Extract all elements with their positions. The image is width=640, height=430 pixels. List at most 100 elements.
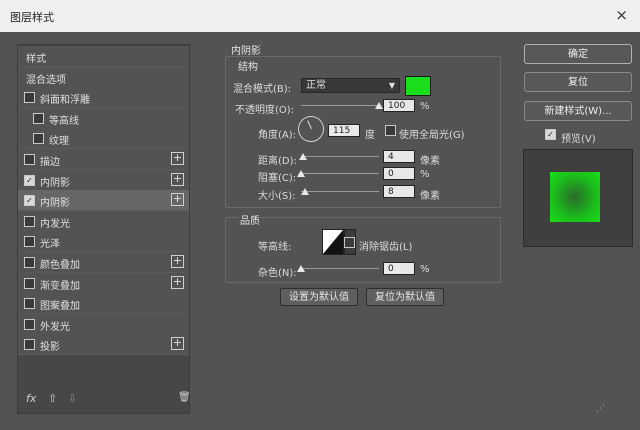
angle-unit: 度 [365, 130, 375, 141]
style-list-item[interactable]: 颜色叠加 + [18, 252, 189, 273]
style-list-label: 样式 [26, 54, 46, 65]
style-list-item[interactable]: 混合选项 [18, 66, 189, 88]
move-up-icon[interactable]: ⇧ [48, 392, 57, 405]
style-checkbox[interactable] [33, 133, 44, 145]
blend-mode-select[interactable]: 正常 ▼ [301, 78, 400, 93]
angle-input[interactable]: 115 [328, 124, 360, 137]
style-checkbox[interactable] [24, 277, 35, 289]
style-list-footer: fx ⇧ ⇩ 🗑 [18, 392, 191, 410]
style-list: 样式 混合选项 斜面和浮雕 等高线 纹理 描边 + ✓ 内阴影 + ✓ 内阴影 + 内发光 光泽 颜色叠加 + 渐… [17, 44, 190, 414]
add-style-icon[interactable]: + [171, 337, 184, 351]
opacity-unit: % [420, 101, 430, 112]
style-list-item[interactable]: 投影 + [18, 334, 189, 356]
size-input[interactable]: 8 [383, 185, 415, 198]
reset-button[interactable]: 复位 [524, 72, 632, 92]
fx-icon[interactable]: fx [26, 392, 36, 405]
choke-slider-track[interactable] [301, 173, 379, 174]
style-list-item[interactable]: 渐变叠加 + [18, 272, 189, 294]
style-list-label: 混合选项 [26, 74, 66, 86]
contour-label: 等高线: [258, 242, 292, 253]
style-list-item[interactable]: 等高线 [18, 107, 189, 129]
style-list-item[interactable]: 内发光 [18, 210, 189, 232]
resize-grip-icon[interactable]: ⋰ [596, 404, 605, 414]
trash-icon[interactable]: 🗑 [178, 392, 191, 403]
set-default-button[interactable]: 设置为默认值 [280, 288, 358, 306]
style-list-item[interactable]: ✓ 内阴影 + [18, 169, 189, 191]
style-list-label: 颜色叠加 [40, 260, 80, 271]
style-list-label: 外发光 [40, 321, 70, 333]
style-checkbox[interactable] [24, 92, 35, 104]
reset-default-button[interactable]: 复位为默认值 [366, 288, 444, 306]
contour-picker[interactable] [322, 229, 344, 255]
style-list-item[interactable]: ✓ 内阴影 + [18, 190, 189, 212]
global-light-checkbox[interactable] [385, 125, 396, 136]
distance-input[interactable]: 4 [383, 150, 415, 163]
chevron-down-icon: ▼ [388, 81, 395, 90]
style-list-label: 纹理 [49, 136, 69, 148]
opacity-slider-handle[interactable] [375, 102, 383, 109]
add-style-icon[interactable]: + [171, 275, 184, 289]
close-icon[interactable]: × [615, 6, 628, 24]
ok-button[interactable]: 确定 [524, 44, 632, 64]
style-list-label: 内阴影 [40, 198, 70, 210]
style-checkbox[interactable] [24, 236, 35, 248]
preview-label: 预览(V) [561, 134, 596, 145]
contour-curve-icon [323, 230, 343, 254]
antialias-checkbox[interactable] [344, 237, 355, 248]
style-checkbox[interactable]: ✓ [24, 195, 35, 207]
opacity-input[interactable]: 100 [383, 99, 415, 112]
preview-thumbnail [523, 149, 633, 247]
distance-label: 距离(D): [258, 156, 297, 167]
style-list-item[interactable]: 样式 [18, 46, 189, 67]
structure-title: 结构 [238, 62, 258, 73]
title-bar: 图层样式 × [0, 0, 640, 32]
section-title: 内阴影 [231, 46, 261, 57]
opacity-slider-track[interactable] [301, 105, 379, 106]
noise-unit: % [420, 264, 430, 275]
style-checkbox[interactable] [24, 215, 35, 227]
style-list-item[interactable]: 光泽 [18, 231, 189, 253]
style-list-item[interactable]: 外发光 [18, 313, 189, 335]
style-checkbox[interactable] [24, 339, 35, 351]
global-light-label: 使用全局光(G) [399, 130, 465, 141]
noise-label: 杂色(N): [258, 268, 297, 279]
style-checkbox[interactable] [24, 318, 35, 330]
style-list-item[interactable]: 斜面和浮雕 [18, 87, 189, 109]
antialias-label: 消除锯齿(L) [359, 242, 413, 253]
style-checkbox[interactable]: ✓ [24, 174, 35, 186]
style-checkbox[interactable] [24, 154, 35, 165]
window-title: 图层样式 [10, 11, 54, 24]
noise-slider-handle[interactable] [297, 265, 305, 272]
distance-slider-track[interactable] [301, 156, 379, 157]
noise-input[interactable]: 0 [383, 262, 415, 275]
preview-checkbox[interactable]: ✓ [545, 129, 556, 140]
size-unit: 像素 [420, 191, 440, 202]
choke-input[interactable]: 0 [383, 167, 415, 180]
noise-slider-track[interactable] [301, 268, 379, 269]
style-checkbox[interactable] [33, 112, 44, 124]
add-style-icon[interactable]: + [171, 255, 184, 268]
style-list-label: 内阴影 [40, 177, 70, 189]
distance-slider-handle[interactable] [298, 153, 307, 160]
style-list-item[interactable]: 纹理 [18, 128, 189, 150]
size-slider-handle[interactable] [300, 188, 309, 195]
style-list-item[interactable]: 描边 + [18, 149, 189, 170]
style-list-item[interactable]: 图案叠加 [18, 293, 189, 315]
choke-slider-handle[interactable] [297, 170, 305, 177]
add-style-icon[interactable]: + [171, 152, 184, 165]
add-style-icon[interactable]: + [171, 172, 184, 186]
style-list-label: 图案叠加 [40, 301, 80, 313]
blend-mode-value: 正常 [306, 80, 326, 91]
shadow-color-swatch[interactable] [405, 76, 431, 96]
style-list-label: 等高线 [49, 115, 79, 127]
style-checkbox[interactable] [24, 298, 35, 310]
choke-label: 阻塞(C): [258, 173, 297, 184]
size-slider-track[interactable] [301, 191, 379, 192]
style-checkbox[interactable] [24, 257, 35, 268]
move-down-icon[interactable]: ⇩ [68, 392, 77, 405]
style-list-label: 光泽 [40, 239, 60, 251]
add-style-icon[interactable]: + [171, 193, 184, 207]
angle-dial[interactable] [298, 116, 324, 142]
new-style-button[interactable]: 新建样式(W)... [524, 101, 632, 121]
choke-unit: % [420, 169, 430, 180]
